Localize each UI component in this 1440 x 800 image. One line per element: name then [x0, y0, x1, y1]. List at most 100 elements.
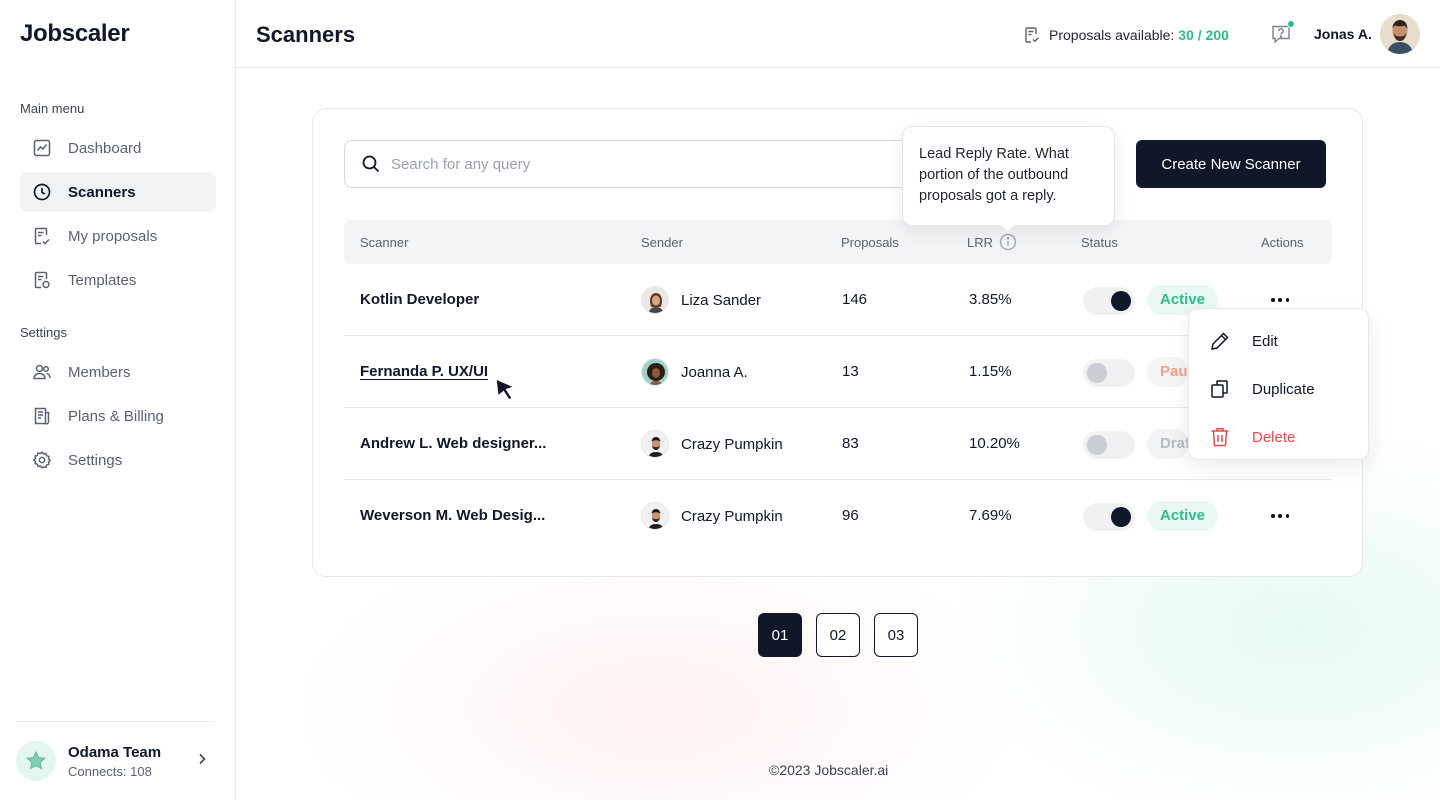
create-new-scanner-button[interactable]: Create New Scanner: [1136, 140, 1326, 188]
team-avatar: [16, 741, 56, 781]
sender-name: Crazy Pumpkin: [681, 435, 783, 453]
sidebar-item-label: Dashboard: [68, 139, 142, 157]
column-header-lrr: LRR: [967, 235, 994, 250]
search-icon: [362, 155, 380, 173]
top-header: Scanners Proposals available: 30 / 200 J…: [236, 0, 1440, 68]
toggle-knob: [1111, 507, 1131, 527]
app-logo: Jobscaler: [20, 20, 130, 47]
sidebar-item-dashboard[interactable]: Dashboard: [20, 128, 216, 168]
table-row: Fernanda P. UX/UI Joanna A. 13 1.15% Pau…: [344, 336, 1332, 408]
page-button-01[interactable]: 01: [758, 613, 802, 657]
menu-item-label: Duplicate: [1252, 380, 1315, 398]
sidebar-item-label: Templates: [68, 271, 137, 289]
menu-item-edit[interactable]: Edit: [1209, 329, 1278, 353]
pencil-icon: [1209, 330, 1231, 352]
toggle-knob: [1087, 435, 1107, 455]
info-icon[interactable]: [999, 233, 1017, 251]
sender: Joanna A.: [641, 358, 748, 386]
menu-item-label: Delete: [1252, 428, 1296, 446]
lrr-tooltip: Lead Reply Rate. What portion of the out…: [902, 126, 1115, 226]
sender: Crazy Pumpkin: [641, 502, 783, 530]
user-avatar[interactable]: [1380, 14, 1420, 54]
row-actions-menu: Edit Duplicate Delete: [1188, 308, 1369, 460]
menu-item-label: Edit: [1252, 332, 1278, 350]
more-actions-icon[interactable]: [1270, 506, 1290, 526]
footer-copyright: ©2023 Jobscaler.ai: [769, 762, 889, 778]
lrr-value: 1.15%: [969, 363, 1012, 380]
avatar: [641, 430, 669, 458]
sidebar-item-label: Plans & Billing: [68, 407, 164, 425]
table-row: Weverson M. Web Desig... Crazy Pumpkin 9…: [344, 480, 1332, 552]
help-icon[interactable]: [1269, 20, 1295, 46]
proposal-doc-icon: [1025, 27, 1039, 43]
template-doc-icon: [32, 270, 52, 290]
proposals-available: Proposals available: 30 / 200: [1023, 26, 1229, 44]
scanner-name[interactable]: Andrew L. Web designer...: [360, 435, 546, 452]
page-button-02[interactable]: 02: [816, 613, 860, 657]
team-connects: Connects: 108: [68, 763, 152, 779]
sender-name: Joanna A.: [681, 363, 748, 381]
team-switcher[interactable]: Odama Team Connects: 108: [16, 721, 214, 800]
status-toggle[interactable]: [1083, 503, 1135, 531]
scanner-name[interactable]: Kotlin Developer: [360, 291, 479, 308]
sidebar-item-my-proposals[interactable]: My proposals: [20, 216, 216, 256]
scanner-name[interactable]: Weverson M. Web Desig...: [360, 507, 545, 524]
users-icon: [32, 362, 52, 382]
team-name: Odama Team: [68, 743, 162, 761]
page-title: Scanners: [256, 22, 356, 47]
sidebar-item-label: Settings: [68, 451, 123, 469]
main-menu-label: Main menu: [20, 101, 85, 116]
notification-dot: [1287, 20, 1295, 28]
status-badge: Active: [1147, 501, 1219, 531]
page-button-03[interactable]: 03: [874, 613, 918, 657]
proposals-label: Proposals available:: [1049, 27, 1175, 43]
column-header-status: Status: [1081, 235, 1118, 250]
sender: Liza Sander: [641, 286, 761, 314]
sidebar-item-settings[interactable]: Settings: [20, 440, 216, 480]
billing-doc-icon: [32, 406, 52, 426]
status-toggle[interactable]: [1083, 359, 1135, 387]
toggle-knob: [1087, 363, 1107, 383]
avatar: [641, 502, 669, 530]
sidebar: Jobscaler Main menu Dashboard Scanners M…: [0, 0, 236, 800]
status-toggle[interactable]: [1083, 431, 1135, 459]
gear-icon: [32, 450, 52, 470]
sidebar-item-members[interactable]: Members: [20, 352, 216, 392]
status-toggle[interactable]: [1083, 287, 1135, 315]
table-row: Kotlin Developer Liza Sander 146 3.85% A…: [344, 264, 1332, 336]
sidebar-item-label: Members: [68, 363, 131, 381]
chart-line-icon: [32, 138, 52, 158]
sidebar-item-plans-billing[interactable]: Plans & Billing: [20, 396, 216, 436]
more-actions-icon[interactable]: [1270, 290, 1290, 310]
sidebar-item-templates[interactable]: Templates: [20, 260, 216, 300]
column-header-sender: Sender: [641, 235, 683, 250]
sidebar-item-scanners[interactable]: Scanners: [20, 172, 216, 212]
menu-item-delete[interactable]: Delete: [1209, 425, 1295, 449]
trash-icon: [1209, 426, 1231, 448]
lrr-value: 3.85%: [969, 291, 1012, 308]
sidebar-item-label: My proposals: [68, 227, 158, 245]
column-header-scanner: Scanner: [360, 235, 409, 250]
column-header-proposals: Proposals: [841, 235, 899, 250]
star-icon: [26, 750, 46, 770]
search-box[interactable]: [344, 140, 924, 188]
search-input[interactable]: [391, 155, 871, 173]
settings-section-label: Settings: [20, 325, 67, 340]
table-row: Andrew L. Web designer... Crazy Pumpkin …: [344, 408, 1332, 480]
mouse-cursor-icon: [495, 378, 517, 402]
sidebar-item-label: Scanners: [68, 183, 136, 201]
status-badge: Draft: [1147, 429, 1189, 459]
table-header: Scanner Sender Proposals LRR Status Acti…: [344, 220, 1332, 264]
proposals-count: 30 / 200: [1178, 27, 1229, 43]
duplicate-icon: [1209, 378, 1231, 400]
menu-item-duplicate[interactable]: Duplicate: [1209, 377, 1315, 401]
status-badge: Paused: [1147, 357, 1189, 387]
user-name[interactable]: Jonas A.: [1314, 26, 1372, 42]
proposals-value: 13: [842, 363, 859, 380]
sender-name: Liza Sander: [681, 291, 762, 309]
lrr-value: 7.69%: [969, 507, 1012, 524]
proposals-value: 146: [842, 291, 868, 308]
scanner-name[interactable]: Fernanda P. UX/UI: [360, 363, 488, 380]
avatar: [641, 358, 669, 386]
proposals-value: 96: [842, 507, 859, 524]
